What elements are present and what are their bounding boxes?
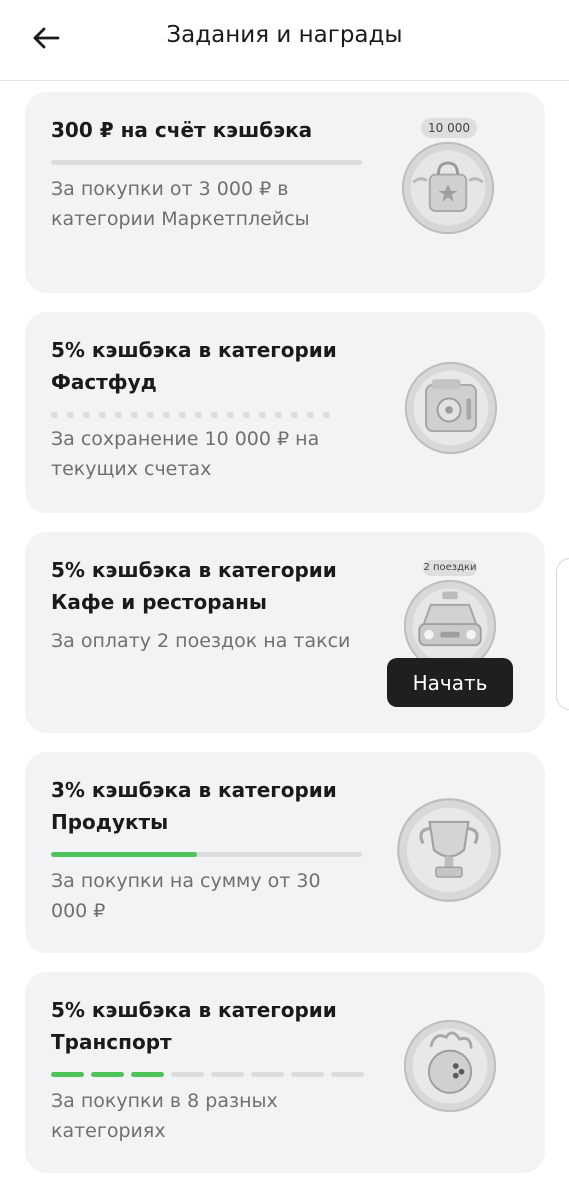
task-description: За покупки в 8 разных категориях xyxy=(51,1090,278,1142)
page-title: Задания и награды xyxy=(166,22,403,48)
bowling-ball-icon xyxy=(403,1019,497,1113)
side-panel-handle[interactable] xyxy=(556,558,569,710)
task-description: За оплату 2 поездок на такси xyxy=(51,630,351,652)
progress-step xyxy=(131,1072,164,1077)
task-card-groceries[interactable]: 3% кэшбэка в категории Продукты За покуп… xyxy=(25,752,545,953)
progress-steps xyxy=(51,1072,364,1077)
progress-step xyxy=(331,1072,364,1077)
task-card-fastfood[interactable]: 5% кэшбэка в категории Фастфуд За сохран… xyxy=(25,312,545,513)
progress-step xyxy=(251,1072,284,1077)
progress-step xyxy=(291,1072,324,1077)
progress-step xyxy=(171,1072,204,1077)
badge-label: 2 поездки xyxy=(423,560,477,576)
task-title: 3% кэшбэка в категории Продукты xyxy=(51,778,337,834)
progress-bar xyxy=(51,852,362,857)
trophy-icon xyxy=(397,798,501,902)
task-card-cafes[interactable]: 5% кэшбэка в категории Кафе и рестораны … xyxy=(25,532,545,733)
task-card-marketplaces[interactable]: 300 ₽ на счёт кэшбэка За покупки от 3 00… xyxy=(25,92,545,293)
task-description: За сохранение 10 000 ₽ на текущих счетах xyxy=(51,428,320,480)
task-description: За покупки на сумму от 30 000 ₽ xyxy=(51,870,321,922)
task-title: 5% кэшбэка в категории Кафе и рестораны xyxy=(51,558,337,614)
safe-icon xyxy=(404,361,498,455)
start-button[interactable]: Начать xyxy=(387,658,513,707)
progress-step xyxy=(211,1072,244,1077)
progress-bar-fill xyxy=(51,852,198,857)
shopping-bag-star-icon xyxy=(401,141,495,235)
badge-label: 10 000 xyxy=(421,118,477,138)
task-title: 300 ₽ на счёт кэшбэка xyxy=(51,118,313,142)
top-bar: Задания и награды xyxy=(0,0,569,81)
task-card-transport[interactable]: 5% кэшбэка в категории Транспорт За поку… xyxy=(25,972,545,1173)
task-description: За покупки от 3 000 ₽ в категории Маркет… xyxy=(51,178,310,230)
task-title: 5% кэшбэка в категории Транспорт xyxy=(51,998,337,1054)
progress-step xyxy=(91,1072,124,1077)
task-title: 5% кэшбэка в категории Фастфуд xyxy=(51,338,337,394)
progress-dots xyxy=(51,412,330,418)
progress-step xyxy=(51,1072,84,1077)
progress-bar xyxy=(51,160,362,165)
